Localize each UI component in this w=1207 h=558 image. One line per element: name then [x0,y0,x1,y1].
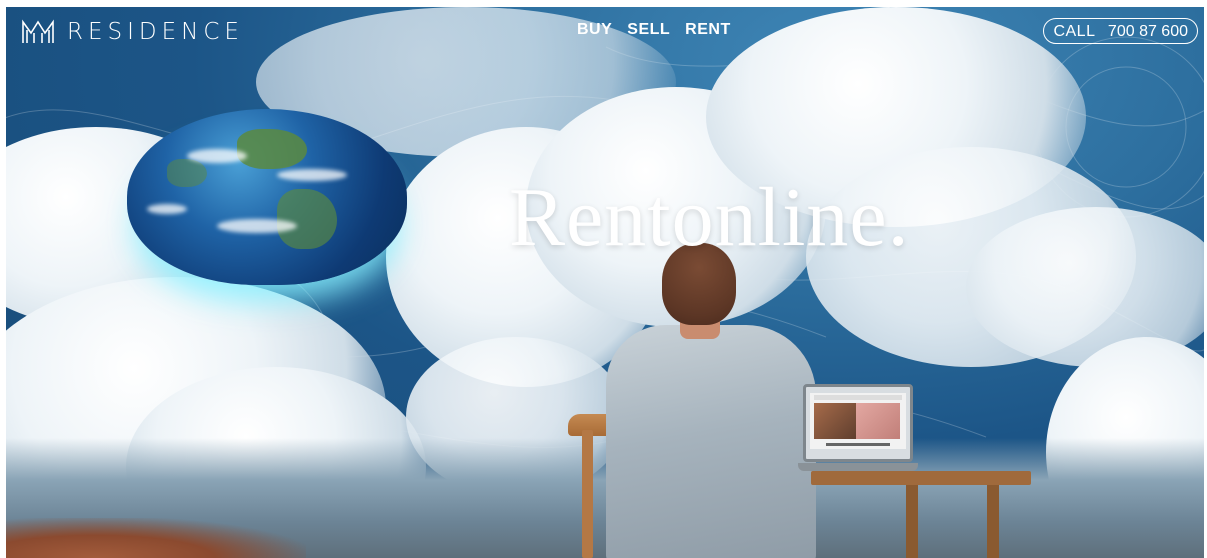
brand-logo[interactable]: RESIDENCE [21,19,244,45]
background-scene [6,7,1204,558]
site-header: RESIDENCE BUY SELL RENT CALL 700 87 600 [6,7,1204,59]
nav-rent[interactable]: RENT [685,21,731,39]
main-nav: BUY SELL RENT [577,21,731,39]
residence-logo-icon [22,19,54,43]
person-at-laptop [596,243,826,558]
rocks [6,518,306,558]
hero-headline: Rentonline. [509,171,910,264]
call-button[interactable]: CALL 700 87 600 [1043,18,1198,44]
desk [811,471,1031,558]
nav-buy[interactable]: BUY [577,21,612,39]
brand-name: RESIDENCE [67,19,244,45]
laptop-image [798,384,918,471]
earth-globe-image [127,109,407,285]
nav-sell[interactable]: SELL [627,21,670,39]
call-label: CALL [1053,23,1096,40]
phone-number: 700 87 600 [1107,23,1188,40]
hero-banner: RESIDENCE BUY SELL RENT CALL 700 87 600 … [6,7,1204,558]
